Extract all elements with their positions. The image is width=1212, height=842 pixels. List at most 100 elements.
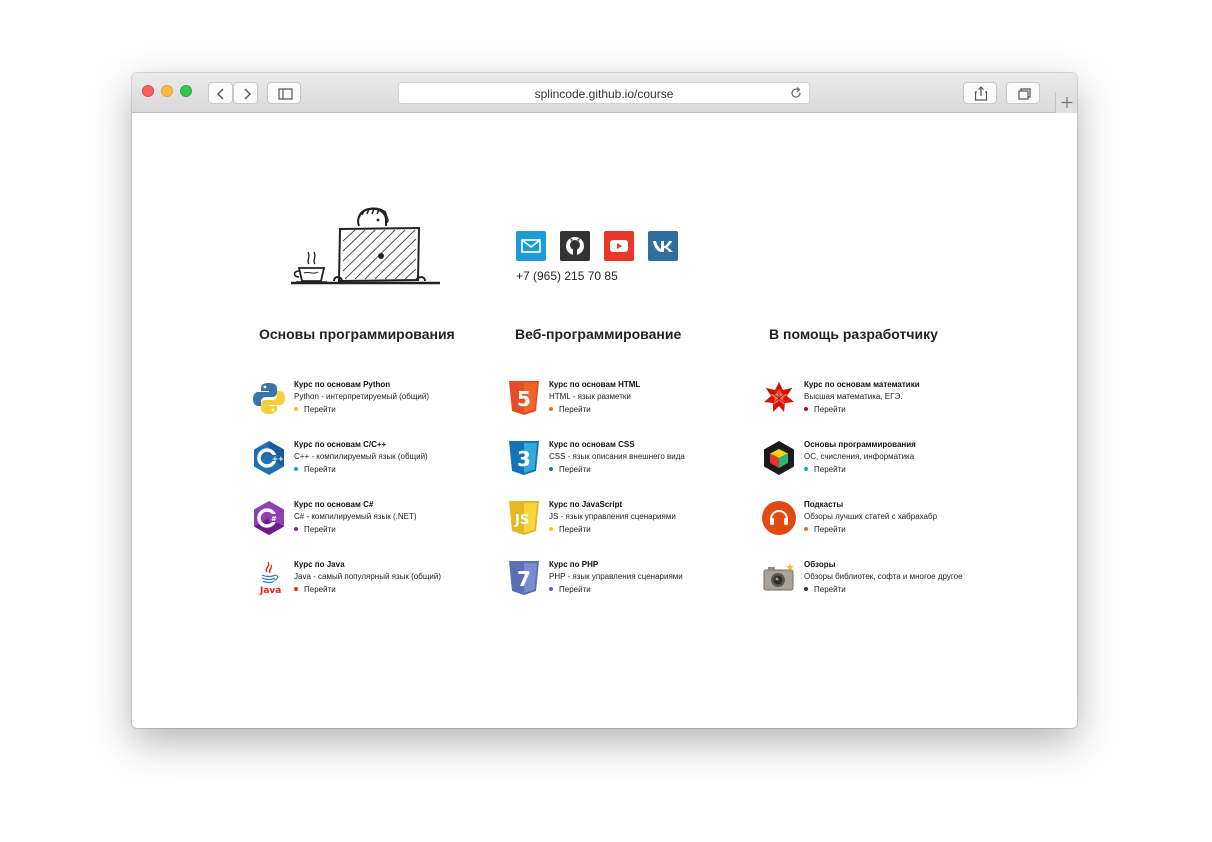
bullet-dot <box>294 467 298 471</box>
course-link[interactable]: Перейти <box>304 525 336 534</box>
course-title: Курс по основам C/C++ <box>294 440 387 449</box>
course-title: Курс по PHP <box>549 560 599 569</box>
svg-text:#: # <box>271 515 277 523</box>
cpp-icon: ++ <box>254 441 284 475</box>
course-item-podcasts: Подкасты Обзоры лучших статей с хабрахаб… <box>762 500 982 545</box>
course-item-php: 7 Курс по PHP PHP - язык управления сцен… <box>507 560 727 605</box>
tabs-button[interactable] <box>1006 82 1040 104</box>
reload-icon[interactable] <box>789 86 803 100</box>
sidebar-button[interactable] <box>267 82 301 104</box>
plus-icon <box>1061 97 1073 108</box>
course-title: Подкасты <box>804 500 844 509</box>
forward-button[interactable] <box>233 82 258 104</box>
close-window-button[interactable] <box>142 85 154 97</box>
course-item-programming-basics: Основы программирования ОС, счисления, и… <box>762 440 982 485</box>
developer-laptop-illustration <box>291 207 440 285</box>
course-item-html: 5 Курс по основам HTML HTML - язык разме… <box>507 380 727 425</box>
youtube-link[interactable] <box>604 231 634 261</box>
svg-text:++: ++ <box>272 455 284 463</box>
course-item-java: Java Курс по Java Java - самый популярны… <box>252 560 472 605</box>
course-description: JS - язык управления сценариями <box>549 512 676 521</box>
browser-toolbar: splincode.github.io/course <box>132 73 1077 113</box>
youtube-icon <box>604 231 634 261</box>
sidebar-icon <box>278 88 293 100</box>
java-icon: Java <box>259 561 281 596</box>
bullet-dot <box>549 527 553 531</box>
section-title-web: Веб-программирование <box>515 326 682 342</box>
phone-number: +7 (965) 215 70 85 <box>516 269 618 283</box>
section-title-dev-help: В помощь разработчику <box>769 326 938 342</box>
course-description: C++ - компилируемый язык (общий) <box>294 452 428 461</box>
course-title: Курс по основам математики <box>804 380 920 389</box>
new-tab-button[interactable] <box>1055 92 1077 113</box>
course-item-javascript: JS Курс по JavaScript JS - язык управлен… <box>507 500 727 545</box>
share-icon <box>974 86 988 101</box>
svg-text:7: 7 <box>517 567 531 591</box>
course-description: HTML - язык разметки <box>549 392 631 401</box>
bullet-dot <box>804 467 808 471</box>
course-description: Высшая математика, ЕГЭ. <box>804 392 903 401</box>
course-title: Основы программирования <box>804 440 916 449</box>
bullet-dot <box>549 587 553 591</box>
svg-text:Java: Java <box>259 586 281 596</box>
course-description: ОС, счисления, информатика <box>804 452 915 461</box>
svg-text:5: 5 <box>517 387 531 411</box>
php-icon: 7 <box>509 561 539 595</box>
course-title: Курс по основам CSS <box>549 440 635 449</box>
minimize-window-button[interactable] <box>161 85 173 97</box>
bullet-dot <box>294 527 298 531</box>
csharp-icon: # <box>254 501 284 535</box>
course-title: Курс по основам C# <box>294 500 374 509</box>
bullet-dot <box>804 527 808 531</box>
share-button[interactable] <box>963 82 997 104</box>
bullet-dot <box>804 407 808 411</box>
course-link[interactable]: Перейти <box>559 465 591 474</box>
course-title: Обзоры <box>804 560 836 569</box>
course-link[interactable]: Перейти <box>559 585 591 594</box>
course-title: Курс по Java <box>294 560 345 569</box>
course-link[interactable]: Перейти <box>814 465 846 474</box>
python-icon <box>253 383 285 414</box>
course-item-math: Курс по основам математики Высшая матема… <box>762 380 982 425</box>
course-link[interactable]: Перейти <box>814 405 846 414</box>
svg-text:3: 3 <box>517 447 531 471</box>
course-link[interactable]: Перейти <box>559 525 591 534</box>
mail-link[interactable] <box>516 231 546 261</box>
github-icon <box>560 231 590 261</box>
css3-icon: 3 <box>509 441 539 475</box>
course-description: Python - интерпретируемый (общий) <box>294 392 430 401</box>
zoom-window-button[interactable] <box>180 85 192 97</box>
course-title: Курс по JavaScript <box>549 500 623 509</box>
course-link[interactable]: Перейти <box>559 405 591 414</box>
html5-icon: 5 <box>509 381 539 415</box>
course-link[interactable]: Перейти <box>304 405 336 414</box>
mail-icon <box>516 231 546 261</box>
browser-window: splincode.github.io/course +7 (965) 215 … <box>132 73 1077 728</box>
back-icon <box>217 88 224 100</box>
wolfram-icon <box>764 382 794 412</box>
course-link[interactable]: Перейти <box>814 585 846 594</box>
course-description: PHP - язык управления сценариями <box>549 572 683 581</box>
back-button[interactable] <box>208 82 233 104</box>
course-link[interactable]: Перейти <box>814 525 846 534</box>
vk-link[interactable] <box>648 231 678 261</box>
course-description: Обзоры библиотек, софта и многое другое <box>804 572 963 581</box>
podcast-icon <box>762 501 796 535</box>
address-bar[interactable]: splincode.github.io/course <box>398 82 810 104</box>
section-title-basics: Основы программирования <box>259 326 455 342</box>
url-text: splincode.github.io/course <box>534 87 674 101</box>
course-description: CSS - язык описания внешнего вида <box>549 452 685 461</box>
svg-text:JS: JS <box>514 513 529 528</box>
cube-icon <box>764 441 794 475</box>
course-description: Java - самый популярный язык (общий) <box>294 572 441 581</box>
vk-icon <box>648 231 678 261</box>
course-item-reviews: Обзоры Обзоры библиотек, софта и многое … <box>762 560 982 605</box>
course-link[interactable]: Перейти <box>304 465 336 474</box>
course-description: C# - компилируемый язык (.NET) <box>294 512 417 521</box>
course-title: Курс по основам HTML <box>549 380 641 389</box>
github-link[interactable] <box>560 231 590 261</box>
bullet-dot <box>804 587 808 591</box>
forward-icon <box>244 88 251 100</box>
course-link[interactable]: Перейти <box>304 585 336 594</box>
course-item-python: Курс по основам Python Python - интерпре… <box>252 380 472 425</box>
